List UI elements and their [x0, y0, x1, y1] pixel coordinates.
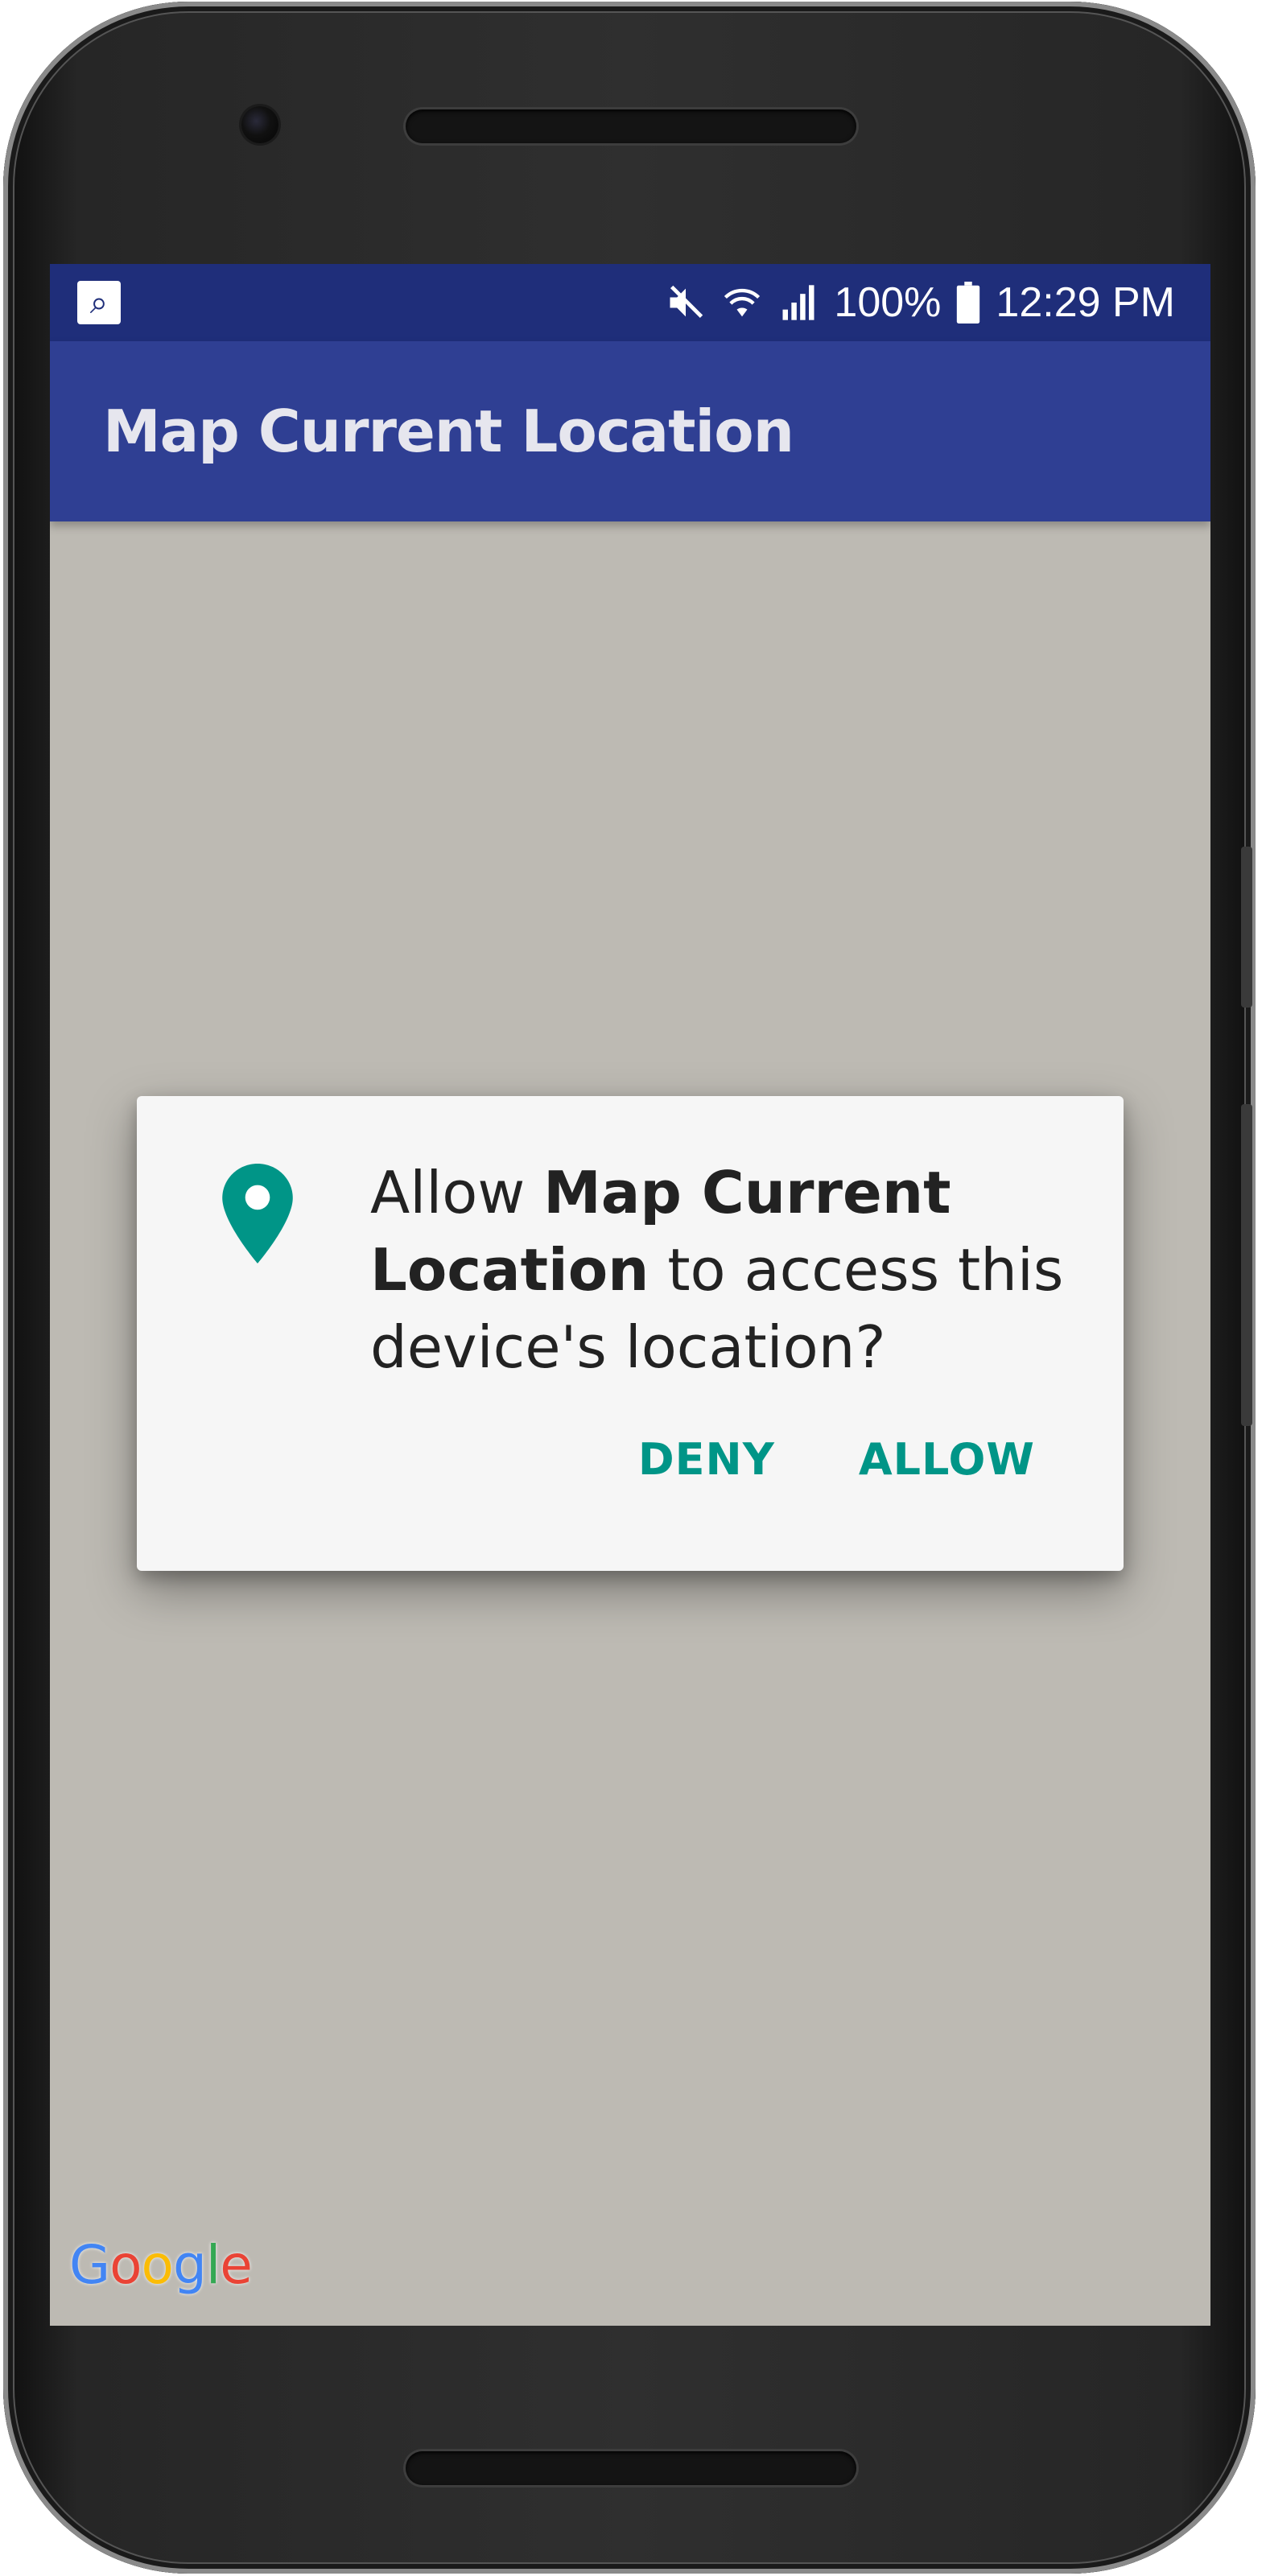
app-bar: Map Current Location: [50, 341, 1210, 521]
signal-icon: [777, 282, 819, 324]
status-right-group: 100% 12:29 PM: [665, 264, 1175, 341]
google-logo: Google: [69, 2234, 253, 2296]
mute-icon: [665, 282, 707, 324]
volume-button: [1241, 1104, 1252, 1426]
front-camera: [241, 106, 278, 143]
dialog-actions: DENY ALLOW: [638, 1434, 1035, 1485]
deny-button[interactable]: DENY: [638, 1434, 775, 1485]
location-permission-dialog: Allow Map Current Location to access thi…: [137, 1096, 1124, 1571]
allow-button[interactable]: ALLOW: [859, 1434, 1035, 1485]
message-prefix: Allow: [370, 1159, 544, 1226]
device-screen: ⌕ 100% 12:29 PM Map Current Location All…: [50, 264, 1210, 2326]
bottom-speaker: [406, 2451, 856, 2485]
wifi-icon: [721, 282, 763, 324]
google-logo-text: Google: [69, 2234, 253, 2296]
battery-icon: [955, 282, 981, 324]
status-time: 12:29 PM: [996, 279, 1175, 326]
status-bar: ⌕ 100% 12:29 PM: [50, 264, 1210, 341]
app-title: Map Current Location: [103, 398, 794, 465]
battery-percent: 100%: [834, 279, 942, 326]
dialog-message: Allow Map Current Location to access thi…: [370, 1154, 1078, 1386]
earpiece-speaker: [406, 109, 856, 143]
location-pin-icon: [222, 1164, 293, 1263]
power-button: [1241, 847, 1252, 1008]
notification-app-icon: ⌕: [77, 281, 121, 324]
